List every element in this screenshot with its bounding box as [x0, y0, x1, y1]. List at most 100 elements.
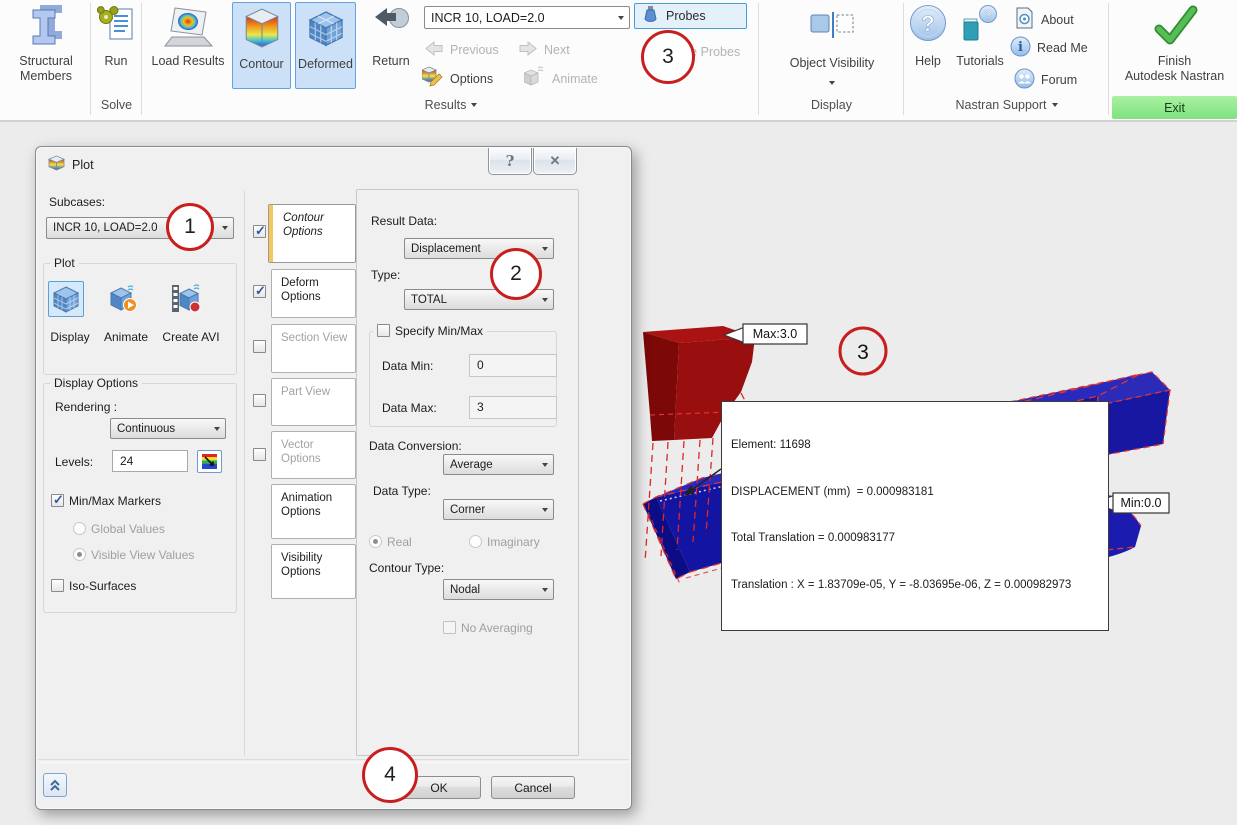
chevron-down-icon	[537, 455, 553, 474]
svg-text:i: i	[1018, 40, 1023, 55]
ribbon-separator	[90, 3, 91, 115]
tab-animation-options[interactable]: Animation Options	[271, 484, 356, 539]
no-averaging-checkbox[interactable]	[443, 621, 456, 634]
svg-text:?: ?	[984, 8, 991, 22]
rendering-dropdown[interactable]: Continuous	[110, 418, 226, 439]
deform-options-checkbox[interactable]	[253, 283, 266, 299]
arrow-right-icon	[518, 40, 538, 59]
data-min-label: Data Min:	[382, 359, 434, 373]
group-label-exit: Exit	[1112, 96, 1237, 119]
plot-display-button[interactable]	[48, 281, 84, 317]
ribbon-separator	[1108, 3, 1109, 115]
color-palette-button[interactable]	[197, 450, 222, 473]
load-results-label: Load Results	[151, 54, 225, 68]
plot-dialog-icon	[48, 155, 65, 174]
contour-type-dropdown[interactable]: Nodal	[443, 579, 554, 600]
imaginary-radio[interactable]	[469, 535, 482, 548]
structural-members-button[interactable]: Structural Members	[4, 2, 88, 84]
return-button[interactable]: Return	[362, 2, 420, 69]
group-label-nastran-support[interactable]: Nastran Support	[905, 98, 1108, 112]
data-type-label: Data Type:	[373, 484, 431, 498]
contour-button[interactable]: Contour	[232, 2, 291, 89]
plot-create-avi-button[interactable]	[169, 281, 205, 317]
results-animate-button[interactable]: Animate	[522, 66, 598, 91]
forum-label: Forum	[1041, 73, 1078, 87]
annotation-step-2: 2	[490, 248, 542, 300]
vector-options-checkbox[interactable]	[253, 448, 266, 461]
levels-input[interactable]	[112, 450, 188, 472]
minmax-markers-checkbox[interactable]	[51, 492, 64, 508]
tab-deform-options[interactable]: Deform Options	[271, 269, 356, 318]
tab-vector-options[interactable]: Vector Options	[271, 431, 356, 479]
probes-button[interactable]: Probes	[634, 3, 747, 29]
plot-animate-label: Animate	[103, 330, 149, 344]
tab-part-view[interactable]: Part View	[271, 378, 356, 426]
section-view-checkbox[interactable]	[253, 340, 266, 353]
object-visibility-button[interactable]: Object Visibility	[762, 2, 902, 88]
tooltip-element-line: Element: 11698	[731, 439, 811, 451]
tutorials-button[interactable]: ? Tutorials	[950, 2, 1010, 69]
dialog-title: Plot	[72, 157, 94, 172]
help-button[interactable]: ? Help	[906, 2, 950, 69]
tab-visibility-options[interactable]: Visibility Options	[271, 544, 356, 599]
rendering-dropdown-value: Continuous	[117, 422, 176, 435]
previous-button[interactable]: Previous	[424, 40, 499, 59]
next-label: Next	[544, 43, 570, 57]
group-label-results[interactable]: Results	[145, 98, 757, 112]
visible-view-values-radio[interactable]	[73, 548, 86, 561]
dialog-titlebar[interactable]: Plot	[48, 155, 94, 174]
plot-create-avi-label: Create AVI	[162, 330, 220, 344]
load-results-button[interactable]: Load Results	[146, 2, 230, 69]
global-values-radio[interactable]	[73, 522, 86, 535]
chevron-down-icon	[537, 580, 553, 599]
plot-animate-button[interactable]	[106, 281, 142, 317]
part-view-checkbox[interactable]	[253, 394, 266, 407]
probes-icon	[643, 5, 658, 27]
forum-button[interactable]: Forum	[1014, 68, 1077, 92]
data-type-dropdown[interactable]: Corner	[443, 499, 554, 520]
probe-tooltip: Element: 11698 DISPLACEMENT (mm) = 0.000…	[721, 401, 1109, 631]
tab-contour-options[interactable]: Contour Options	[268, 204, 356, 263]
finish-autodesk-nastran-button[interactable]: Finish Autodesk Nastran	[1112, 2, 1237, 84]
structural-members-label: Structural Members	[19, 54, 73, 83]
double-chevron-up-icon	[50, 779, 60, 791]
run-label: Run	[104, 54, 128, 68]
deformed-icon	[296, 5, 355, 57]
real-radio[interactable]	[369, 535, 382, 548]
chevron-down-icon	[537, 239, 553, 258]
read-me-button[interactable]: i Read Me	[1010, 36, 1088, 60]
object-visibility-icon	[762, 2, 902, 56]
iso-surfaces-checkbox[interactable]	[51, 579, 64, 592]
dialog-close-button[interactable]: ✕	[533, 148, 577, 175]
animate-icon	[522, 66, 546, 91]
data-max-label: Data Max:	[382, 401, 437, 415]
subcase-selector-dropdown[interactable]: INCR 10, LOAD=2.0	[424, 6, 630, 29]
ribbon-separator	[141, 3, 142, 115]
deformed-button[interactable]: Deformed	[295, 2, 356, 89]
previous-label: Previous	[450, 43, 499, 57]
specify-minmax-checkbox[interactable]	[377, 324, 390, 337]
data-max-input[interactable]: 3	[469, 396, 557, 419]
specify-minmax-toggle[interactable]: Specify Min/Max	[373, 324, 488, 338]
dialog-help-button[interactable]: ?	[488, 148, 532, 175]
data-min-input[interactable]: 0	[469, 354, 557, 377]
rendering-label: Rendering :	[55, 400, 118, 414]
forum-icon	[1014, 68, 1035, 92]
plot-dialog: Plot ? ✕ Subcases: INCR 10, LOAD=2.0 Plo…	[35, 146, 632, 810]
collapse-dialog-button[interactable]	[43, 773, 67, 797]
min-marker-label: Min:0.0	[1121, 496, 1162, 510]
about-button[interactable]: About	[1014, 6, 1074, 33]
animate-label: Animate	[552, 71, 598, 86]
data-conversion-dropdown[interactable]: Average	[443, 454, 554, 475]
contour-type-label: Contour Type:	[369, 561, 445, 575]
display-options-label: Display Options	[50, 376, 143, 390]
contour-options-checkbox[interactable]	[253, 223, 266, 239]
run-button[interactable]: Run	[93, 2, 139, 69]
next-button[interactable]: Next	[518, 40, 570, 59]
tab-section-view[interactable]: Section View	[271, 324, 356, 373]
cancel-button[interactable]: Cancel	[491, 776, 575, 799]
results-options-button[interactable]: Options	[420, 66, 493, 91]
plot-group-label: Plot	[50, 256, 79, 270]
type-label: Type:	[371, 268, 401, 282]
annotation-step-3-view: 3	[838, 326, 888, 376]
